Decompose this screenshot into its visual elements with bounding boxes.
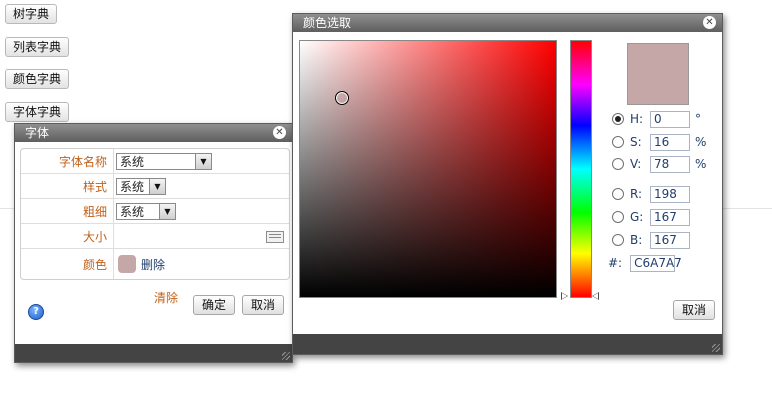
blue-radio[interactable] — [612, 234, 624, 246]
font-color-swatch[interactable] — [118, 255, 136, 273]
saturation-input[interactable]: 16 — [650, 133, 690, 151]
list-dictionary-button[interactable]: 列表字典 — [5, 37, 70, 57]
color-dictionary-button[interactable]: 颜色字典 — [5, 69, 70, 89]
font-name-select[interactable]: 系统 ▼ — [116, 152, 212, 170]
font-size-field[interactable] — [114, 224, 289, 248]
red-input[interactable]: 198 — [650, 185, 690, 203]
hue-slider-left-arrow-icon[interactable] — [561, 292, 568, 300]
chevron-down-icon[interactable]: ▼ — [159, 203, 175, 219]
saturation-value-area[interactable] — [299, 40, 557, 298]
hue-field-row: H: 0 ° — [612, 110, 701, 128]
hue-input[interactable]: 0 — [650, 110, 690, 128]
close-icon[interactable]: ✕ — [703, 16, 716, 29]
green-input[interactable]: 167 — [650, 208, 690, 226]
green-radio[interactable] — [612, 211, 624, 223]
color-picker-dialog: 颜色选取 ✕ H: 0 ° S: 16 % V: 78 % R: 198 G: … — [292, 13, 723, 355]
hex-field-row: #: C6A7A7 — [608, 254, 682, 272]
resize-grip-icon[interactable] — [712, 344, 720, 352]
green-field-row: G: 167 — [612, 208, 690, 226]
saturation-unit: % — [695, 135, 707, 149]
hex-input[interactable]: C6A7A7 — [630, 254, 682, 272]
red-label: R: — [630, 187, 643, 201]
hue-slider[interactable] — [570, 40, 592, 298]
font-weight-select[interactable]: 系统 ▼ — [116, 202, 176, 220]
help-icon[interactable]: ? — [28, 304, 44, 320]
font-weight-row: 粗细 系统 ▼ — [21, 199, 289, 224]
delete-color-link[interactable]: 删除 — [141, 256, 165, 273]
value-label: V: — [630, 157, 642, 171]
hue-radio[interactable] — [612, 113, 624, 125]
font-color-row: 颜色 删除 — [21, 249, 289, 279]
blue-label: B: — [630, 233, 643, 247]
blue-input[interactable]: 167 — [650, 231, 690, 249]
font-dialog: 字体 ✕ 字体名称 系统 ▼ 样式 系统 ▼ 粗细 系统 ▼ 大小 颜色 删除 … — [14, 123, 293, 363]
hue-unit: ° — [695, 112, 701, 126]
clear-link[interactable]: 清除 — [154, 289, 178, 306]
font-dictionary-button[interactable]: 字体字典 — [5, 102, 70, 122]
keyboard-icon[interactable] — [266, 231, 284, 243]
font-name-label: 字体名称 — [21, 149, 114, 173]
red-field-row: R: 198 — [612, 185, 690, 203]
font-dialog-title: 字体 — [25, 126, 50, 140]
saturation-label: S: — [630, 135, 642, 149]
green-label: G: — [630, 210, 644, 224]
red-radio[interactable] — [612, 188, 624, 200]
font-name-row: 字体名称 系统 ▼ — [21, 149, 289, 174]
chevron-down-icon[interactable]: ▼ — [195, 153, 211, 169]
value-radio[interactable] — [612, 158, 624, 170]
saturation-radio[interactable] — [612, 136, 624, 148]
font-style-value: 系统 — [120, 179, 145, 194]
color-dialog-titlebar[interactable]: 颜色选取 ✕ — [293, 14, 722, 32]
font-color-label: 颜色 — [21, 249, 114, 279]
hue-label: H: — [630, 112, 644, 126]
blue-field-row: B: 167 — [612, 231, 690, 249]
tree-dictionary-button[interactable]: 树字典 — [5, 4, 58, 24]
font-name-value: 系统 — [120, 154, 145, 169]
color-cursor[interactable] — [335, 91, 349, 105]
hex-label: #: — [608, 256, 623, 270]
color-dialog-title: 颜色选取 — [303, 16, 352, 30]
value-field-row: V: 78 % — [612, 155, 706, 173]
saturation-field-row: S: 16 % — [612, 133, 706, 151]
color-preview-swatch — [627, 43, 689, 105]
font-weight-label: 粗细 — [21, 199, 114, 223]
hue-slider-right-arrow-icon[interactable] — [592, 292, 599, 300]
font-style-row: 样式 系统 ▼ — [21, 174, 289, 199]
font-size-label: 大小 — [21, 224, 114, 248]
font-properties-table: 字体名称 系统 ▼ 样式 系统 ▼ 粗细 系统 ▼ 大小 颜色 删除 — [20, 148, 290, 280]
chevron-down-icon[interactable]: ▼ — [149, 178, 165, 194]
color-cancel-button[interactable]: 取消 — [673, 300, 716, 320]
font-dialog-titlebar[interactable]: 字体 ✕ — [15, 124, 292, 142]
font-style-select[interactable]: 系统 ▼ — [116, 177, 166, 195]
font-weight-value: 系统 — [120, 204, 145, 219]
font-cancel-button[interactable]: 取消 — [242, 295, 285, 315]
resize-grip-icon[interactable] — [282, 352, 290, 360]
value-input[interactable]: 78 — [650, 155, 690, 173]
value-unit: % — [695, 157, 707, 171]
ok-button[interactable]: 确定 — [193, 295, 236, 315]
font-size-row: 大小 — [21, 224, 289, 249]
color-dialog-footer — [293, 334, 722, 354]
font-dialog-footer — [15, 344, 292, 362]
close-icon[interactable]: ✕ — [273, 126, 286, 139]
font-style-label: 样式 — [21, 174, 114, 198]
